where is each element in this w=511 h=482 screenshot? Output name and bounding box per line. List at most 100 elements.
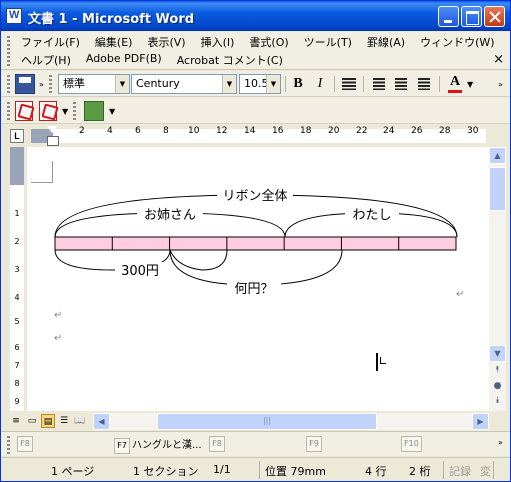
menu-grip[interactable] — [7, 36, 10, 66]
toolbar-grip[interactable] — [49, 75, 52, 93]
menu-insert[interactable]: 挿入(I) — [201, 34, 235, 51]
chevron-down-icon[interactable]: ▼ — [266, 75, 280, 93]
toolbar-grip[interactable] — [73, 102, 76, 120]
vruler-tick: 3 — [14, 265, 20, 274]
menu-adobe-pdf[interactable]: Adobe PDF(B) — [86, 52, 162, 69]
label-question: 何円？ — [234, 281, 273, 297]
menu-edit[interactable]: 編集(E) — [95, 34, 133, 51]
label-me: わたし — [352, 208, 391, 223]
ruler-tick: 6 — [135, 126, 141, 136]
status-column: 2 桁 — [409, 465, 431, 478]
word-app-icon[interactable] — [6, 8, 22, 24]
font-color-icon[interactable]: A — [447, 74, 463, 94]
vertical-scroll-thumb[interactable] — [489, 167, 506, 211]
toolbar-options-icon[interactable]: » — [39, 80, 46, 89]
bold-button[interactable]: B — [288, 74, 308, 94]
fkey-f10[interactable]: F10 — [401, 436, 424, 454]
menu-help[interactable]: ヘルプ(H) — [21, 52, 71, 69]
status-extra[interactable]: 変 — [480, 463, 491, 479]
menu-view[interactable]: 表示(V) — [147, 34, 185, 51]
scroll-left-button[interactable]: ◀ — [93, 413, 110, 430]
toolbar-separator — [334, 76, 335, 92]
justify-icon[interactable] — [342, 78, 356, 90]
vruler-tick: 1 — [14, 209, 20, 218]
menu-tools[interactable]: ツール(T) — [304, 34, 352, 51]
decrease-indent-icon[interactable] — [418, 78, 430, 90]
horizontal-scrollbar[interactable]: ◀ ||| ▶ — [93, 413, 489, 430]
ribbon-bar — [54, 236, 457, 251]
web-layout-icon[interactable]: ▭ — [25, 414, 39, 428]
minimize-button[interactable] — [438, 6, 459, 27]
formatting-toolbar: » 標準 ▼ Century ▼ 10.5 ▼ B I A ▼ » — [1, 71, 510, 97]
ruler-tick: 4 — [107, 126, 113, 136]
browse-object-icon[interactable]: ● — [489, 381, 506, 395]
chevron-down-icon[interactable]: ▼ — [222, 75, 236, 93]
fkey-label: ハングルと漢... — [132, 440, 202, 451]
toolbar-grip[interactable] — [7, 436, 10, 454]
fkey-number: F8 — [209, 436, 225, 452]
ruler-tick: 14 — [244, 126, 256, 136]
bullet-list-icon[interactable] — [395, 78, 407, 90]
toolbar-options-icon[interactable]: » — [498, 80, 505, 89]
fkey-f7-hangul[interactable]: F7 ハングルと漢... — [114, 436, 202, 454]
status-rec[interactable]: 記録 — [449, 463, 471, 479]
scroll-down-button[interactable]: ▼ — [489, 345, 506, 362]
menu-format[interactable]: 書式(O) — [249, 34, 288, 51]
question-brace — [169, 249, 343, 286]
vruler-top-margin — [10, 147, 24, 185]
italic-button[interactable]: I — [310, 74, 330, 94]
fkey-f9[interactable]: F9 — [306, 436, 324, 454]
chevron-down-icon[interactable]: ▼ — [115, 75, 129, 93]
reading-view-icon[interactable]: 📖 — [73, 414, 87, 428]
normal-view-icon[interactable]: ≡ — [9, 414, 23, 428]
menu-window[interactable]: ウィンドウ(W) — [420, 34, 494, 51]
ruler-tick: 20 — [328, 126, 340, 136]
toolbar-grip[interactable] — [7, 75, 10, 93]
toolbar-grip[interactable] — [7, 102, 10, 120]
fkey-f8[interactable]: F8 — [209, 436, 227, 454]
acrobat-comment-icon[interactable] — [84, 101, 104, 121]
font-size-select[interactable]: 10.5 ▼ — [239, 74, 281, 94]
menu-file[interactable]: ファイル(F) — [21, 34, 80, 51]
ruler-tick: 30 — [467, 126, 479, 136]
status-separator — [259, 461, 260, 479]
fkey-f8-left[interactable]: F8 — [17, 436, 35, 454]
maximize-button[interactable] — [461, 6, 482, 27]
outline-view-icon[interactable]: ☰ — [57, 414, 71, 428]
toolbar-options-icon[interactable]: ▼ — [62, 107, 69, 116]
numbered-list-icon[interactable] — [373, 78, 385, 90]
menu-row-2: ヘルプ(H) Adobe PDF(B) Acrobat コメント(C) — [21, 52, 298, 69]
toolbar-options-icon[interactable]: » — [498, 438, 505, 447]
vertical-ruler[interactable]: 1 1 2 3 4 5 6 7 8 9 — [10, 147, 24, 411]
status-pages: 1/1 — [213, 463, 231, 476]
font-select[interactable]: Century ▼ — [131, 74, 237, 94]
tab-selector[interactable]: L — [10, 129, 24, 143]
menu-acrobat-comments[interactable]: Acrobat コメント(C) — [177, 52, 283, 69]
style-select[interactable]: 標準 ▼ — [58, 74, 130, 94]
font-color-dropdown-icon[interactable]: ▼ — [467, 80, 474, 89]
next-page-icon[interactable]: ⯯ — [489, 396, 506, 410]
save-icon[interactable] — [15, 74, 35, 94]
indent-marker[interactable] — [47, 126, 59, 146]
paragraph-mark: ↵ — [456, 289, 465, 300]
close-button[interactable] — [484, 6, 505, 27]
scroll-up-button[interactable]: ▲ — [489, 147, 506, 164]
vertical-scrollbar[interactable]: ▲ ▼ ⯭ ● ⯯ — [489, 147, 506, 411]
previous-page-icon[interactable]: ⯭ — [489, 365, 506, 379]
close-document-icon[interactable]: × — [493, 52, 504, 67]
pdf-email-icon[interactable] — [39, 101, 57, 121]
toolbar-separator — [363, 76, 364, 92]
toolbar-options-icon[interactable]: ▼ — [109, 107, 116, 116]
ruler-tick: 16 — [272, 126, 284, 136]
ruler-tick: 18 — [300, 126, 312, 136]
menu-table[interactable]: 罫線(A) — [367, 34, 405, 51]
fkey-number: F9 — [306, 436, 322, 452]
print-layout-icon[interactable]: ▤ — [41, 414, 55, 428]
view-bar: ≡ ▭ ▤ ☰ 📖 ◀ ||| ▶ — [1, 412, 510, 430]
status-separator — [443, 461, 444, 479]
title-bar[interactable]: 文書 1 - Microsoft Word — [1, 1, 510, 31]
horizontal-scroll-thumb[interactable]: ||| — [157, 413, 377, 430]
overlap-brace — [169, 249, 228, 271]
convert-to-pdf-icon[interactable] — [15, 101, 33, 121]
scroll-right-button[interactable]: ▶ — [472, 413, 489, 430]
